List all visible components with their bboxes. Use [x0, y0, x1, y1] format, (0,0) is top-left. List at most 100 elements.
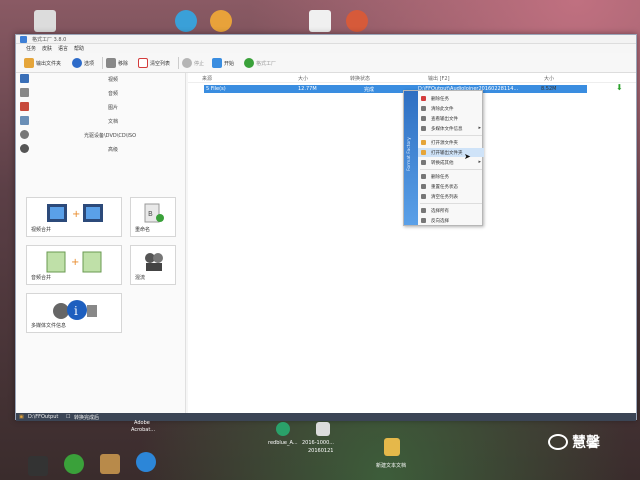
submenu-arrow-icon: ▸: [478, 125, 481, 131]
format-factory-button[interactable]: 格式工厂: [244, 57, 276, 69]
context-menu-item[interactable]: 清空任务列表: [418, 192, 484, 201]
header-status[interactable]: 转换状态: [350, 75, 370, 82]
format-factory-label: 格式工厂: [256, 60, 277, 67]
start-label: 开始: [224, 60, 235, 67]
stop-icon: [182, 58, 192, 68]
desktop-icon-3[interactable]: [210, 10, 232, 32]
taskbar-icon-date[interactable]: [316, 422, 330, 436]
context-menu-item[interactable]: 清除此文件: [418, 104, 484, 113]
arrow-down-icon[interactable]: ⬇: [616, 84, 623, 92]
context-menu: Format Factory 删除任务 清除此文件 查看输出文件 多媒体文件信息 ▸ 打开…: [403, 90, 484, 226]
context-menu-item[interactable]: 删除任务: [418, 172, 484, 181]
svg-text:+: +: [71, 257, 79, 268]
context-menu-separator: [420, 169, 482, 170]
tile-media-info[interactable]: i 多媒体文件信息: [26, 293, 122, 333]
menu-skin[interactable]: 皮肤: [42, 45, 52, 52]
invert-icon: [421, 218, 426, 223]
watermark: 慧馨: [548, 432, 600, 452]
header-output-size[interactable]: 大小: [544, 75, 554, 82]
toolbar: 输出文件夹 选项 移除 清空列表 停止 开始 格式工厂: [16, 53, 636, 73]
title-bar[interactable]: 格式工厂 3.8.0: [16, 35, 636, 44]
remove-button[interactable]: 移除: [106, 57, 128, 69]
context-menu-item-label: 删除任务: [431, 175, 449, 180]
reset-icon: [421, 184, 426, 189]
advanced-icon: [20, 144, 29, 153]
row-source: 5 File(s): [206, 86, 226, 92]
format-factory-icon: [244, 58, 254, 68]
category-video-label: 视频: [108, 77, 119, 83]
window-title: 格式工厂 3.8.0: [32, 37, 67, 43]
ie-icon[interactable]: [136, 452, 156, 472]
clear-list-button[interactable]: 清空列表: [138, 57, 170, 69]
video-icon: [20, 74, 29, 83]
document-icon: [20, 116, 29, 125]
stop-button[interactable]: 停止: [182, 57, 204, 69]
desktop-icon-2[interactable]: [175, 10, 197, 32]
desktop-icon-1[interactable]: [34, 10, 56, 32]
taskbar-icon-3[interactable]: [100, 454, 120, 474]
tile-video-merge-label: 视频合并: [31, 227, 52, 233]
context-menu-item-label: 重置任务状态: [431, 185, 458, 190]
desktop-icon-4[interactable]: [309, 10, 331, 32]
menu-language[interactable]: 语言: [58, 45, 68, 52]
desktop-folder-icon[interactable]: [384, 438, 400, 456]
context-menu-item[interactable]: 多媒体文件信息 ▸: [418, 124, 484, 133]
picture-icon: [20, 102, 29, 111]
category-audio[interactable]: 音频: [18, 87, 183, 99]
output-folder-button[interactable]: 输出文件夹: [24, 57, 61, 69]
context-menu-item[interactable]: 删除任务: [418, 94, 484, 103]
category-picture-label: 图片: [108, 105, 119, 111]
format-factory-window: 格式工厂 3.8.0 任务 皮肤 语言 帮助 输出文件夹 选项 移除 清空列表 …: [15, 34, 637, 421]
tile-rename[interactable]: B 重命名: [130, 197, 176, 237]
menu-help[interactable]: 帮助: [74, 45, 84, 52]
open-output-folder-icon: [421, 150, 426, 155]
tile-video-merge[interactable]: + 视频合并: [26, 197, 122, 237]
x-icon: [421, 96, 426, 101]
category-advanced[interactable]: 高级: [18, 143, 183, 155]
header-size[interactable]: 大小: [298, 75, 308, 82]
context-menu-item[interactable]: 打开输出文件夹: [418, 148, 484, 157]
row-status: 完成: [364, 87, 375, 93]
toolbar-separator: [178, 57, 179, 69]
table-row[interactable]: 5 File(s) 12.77M 完成 D:\FFOutput\AudioJoi…: [204, 85, 587, 93]
context-menu-item[interactable]: 转换成其他 ▸: [418, 158, 484, 167]
context-menu-item-label: 删除任务: [431, 97, 449, 102]
context-menu-item[interactable]: 查看输出文件: [418, 114, 484, 123]
context-menu-item[interactable]: 反向选择: [418, 216, 484, 225]
clear-tasks-icon: [421, 194, 426, 199]
tile-rename-label: 重命名: [135, 227, 151, 233]
context-menu-item[interactable]: 选择所有: [418, 206, 484, 215]
tile-audio-merge[interactable]: + 音频合并: [26, 245, 122, 285]
header-output[interactable]: 输出 [F2]: [428, 75, 450, 82]
category-picture[interactable]: 图片: [18, 101, 183, 113]
app-icon: [20, 36, 27, 43]
context-menu-band: Format Factory: [404, 91, 418, 225]
taskbar-label-acrobat: Acrobat...: [131, 427, 156, 433]
category-document-label: 文档: [108, 119, 119, 125]
tile-mux-label: 混流: [135, 275, 146, 281]
taskbar-label-date: 2016-1000...: [302, 440, 335, 446]
taskbar-label-newfile: 新建文本文档: [376, 463, 407, 469]
taskbar-icon-1[interactable]: [28, 456, 48, 476]
context-menu-separator: [420, 135, 482, 136]
tile-audio-merge-label: 音频合并: [31, 275, 52, 281]
desktop-icon-5[interactable]: [346, 10, 368, 32]
header-source[interactable]: 来源: [202, 75, 212, 82]
taskbar-icon-redblue[interactable]: [276, 422, 290, 436]
tile-mux[interactable]: 混流: [130, 245, 176, 285]
toolbar-separator: [102, 57, 103, 69]
menu-task[interactable]: 任务: [26, 45, 36, 52]
category-disc[interactable]: 光驱设备\DVD\CD\ISO: [18, 129, 183, 141]
taskbar-label-date2: 20160121: [308, 448, 334, 454]
options-button[interactable]: 选项: [72, 57, 94, 69]
convert-icon: [421, 160, 426, 165]
category-document[interactable]: 文档: [18, 115, 183, 127]
taskbar-icon-2[interactable]: [64, 454, 84, 474]
context-menu-item[interactable]: 打开源文件夹: [418, 138, 484, 147]
context-menu-item[interactable]: 重置任务状态: [418, 182, 484, 191]
rename-icon: B: [144, 203, 164, 223]
context-menu-item-label: 选择所有: [431, 209, 449, 214]
category-video[interactable]: 视频: [18, 73, 183, 85]
context-menu-item-label: 清空任务列表: [431, 195, 458, 200]
start-button[interactable]: 开始: [212, 57, 234, 69]
